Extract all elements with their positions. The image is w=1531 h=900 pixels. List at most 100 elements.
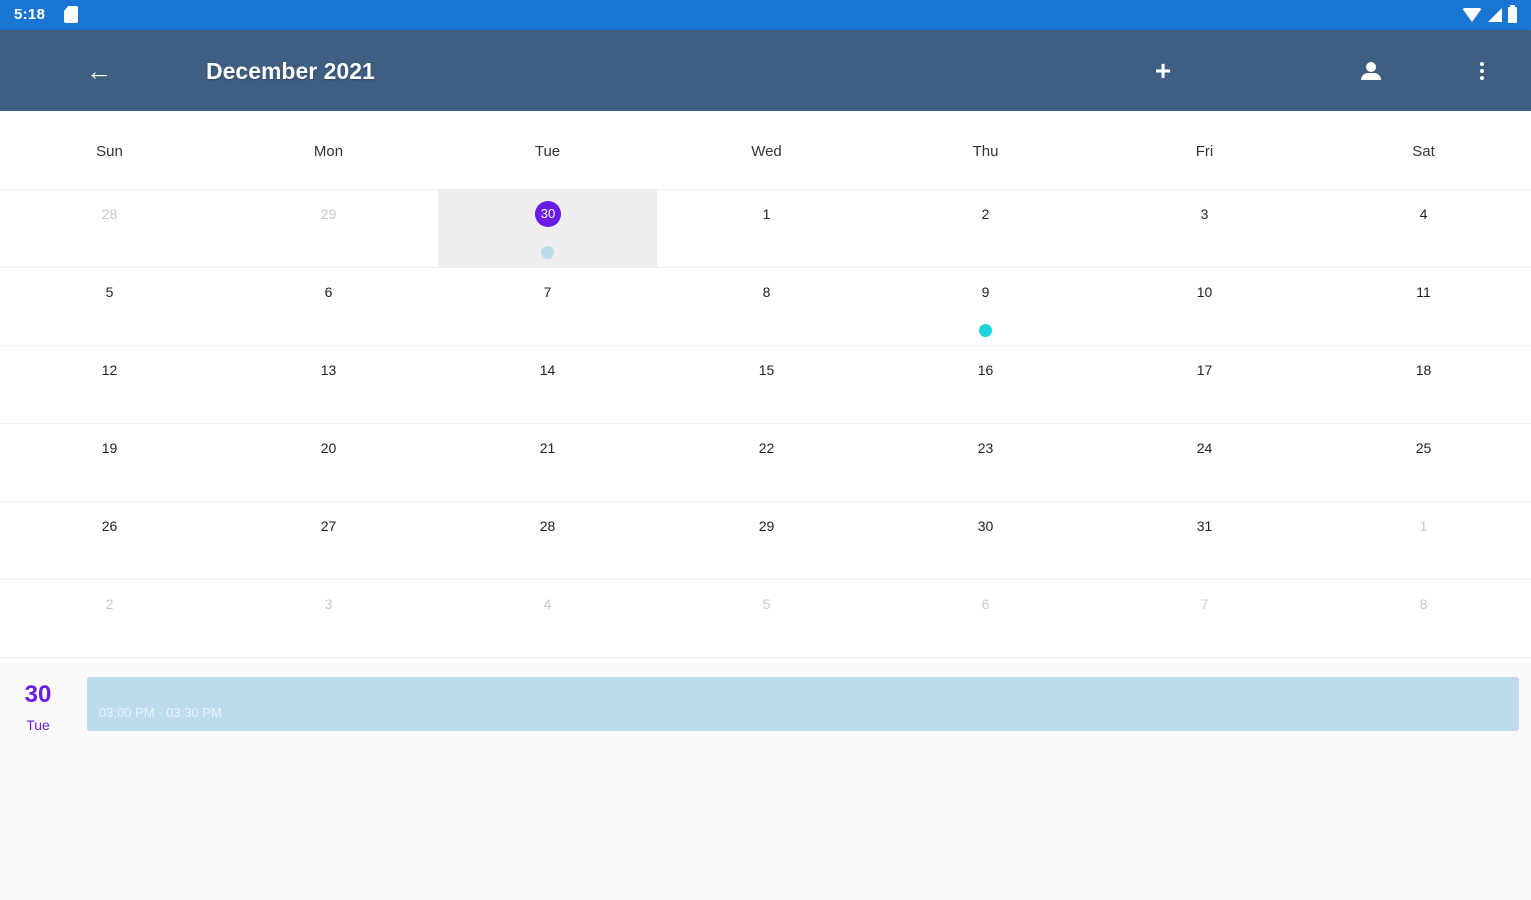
day-cell[interactable]: 29 bbox=[219, 190, 438, 268]
status-icons bbox=[1462, 5, 1517, 25]
agenda-date-weekday: Tue bbox=[26, 717, 50, 733]
day-number: 13 bbox=[320, 362, 337, 378]
day-number: 9 bbox=[981, 284, 990, 300]
account-button[interactable] bbox=[1354, 54, 1388, 88]
day-number: 29 bbox=[320, 206, 337, 222]
day-cell[interactable]: 17 bbox=[1095, 346, 1314, 424]
weekday-label: Fri bbox=[1195, 143, 1214, 160]
day-cell[interactable]: 14 bbox=[438, 346, 657, 424]
day-cell[interactable]: 27 bbox=[219, 502, 438, 580]
day-cell[interactable]: 8 bbox=[1314, 580, 1531, 658]
day-cell[interactable]: 8 bbox=[657, 268, 876, 346]
day-number: 3 bbox=[324, 596, 333, 612]
weekday-header: Sun Mon Tue Wed Thu Fri Sat bbox=[0, 111, 1531, 190]
day-cell[interactable]: 18 bbox=[1314, 346, 1531, 424]
day-cell[interactable]: 4 bbox=[438, 580, 657, 658]
day-cell[interactable]: 5 bbox=[0, 268, 219, 346]
day-cell[interactable]: 7 bbox=[1095, 580, 1314, 658]
day-number: 19 bbox=[101, 440, 118, 456]
day-number: 6 bbox=[324, 284, 333, 300]
day-cell[interactable]: 23 bbox=[876, 424, 1095, 502]
day-cell[interactable]: 15 bbox=[657, 346, 876, 424]
day-cell-selected[interactable]: 30 bbox=[438, 190, 657, 268]
day-cell[interactable]: 26 bbox=[0, 502, 219, 580]
event-indicator-dot bbox=[979, 324, 992, 337]
day-cell[interactable]: 3 bbox=[219, 580, 438, 658]
day-cell[interactable]: 12 bbox=[0, 346, 219, 424]
day-cell[interactable]: 11 bbox=[1314, 268, 1531, 346]
day-cell[interactable]: 28 bbox=[0, 190, 219, 268]
day-cell[interactable]: 1 bbox=[1314, 502, 1531, 580]
person-icon bbox=[1361, 62, 1381, 80]
day-cell[interactable]: 6 bbox=[876, 580, 1095, 658]
day-cell[interactable]: 6 bbox=[219, 268, 438, 346]
month-title: December 2021 bbox=[206, 58, 375, 84]
event-indicator-dot bbox=[541, 246, 554, 259]
day-number: 25 bbox=[1415, 440, 1432, 456]
day-cell[interactable]: 9 bbox=[876, 268, 1095, 346]
week-row: 26 27 28 29 30 31 1 bbox=[0, 502, 1531, 580]
day-cell[interactable]: 19 bbox=[0, 424, 219, 502]
day-number: 27 bbox=[320, 518, 337, 534]
day-cell[interactable]: 29 bbox=[657, 502, 876, 580]
day-cell[interactable]: 1 bbox=[657, 190, 876, 268]
day-number: 4 bbox=[1419, 206, 1428, 222]
day-number: 30 bbox=[535, 201, 561, 227]
day-number: 30 bbox=[977, 518, 994, 534]
add-event-button[interactable]: + bbox=[1146, 54, 1180, 88]
week-row: 12 13 14 15 16 17 18 bbox=[0, 346, 1531, 424]
day-cell[interactable]: 5 bbox=[657, 580, 876, 658]
day-number: 1 bbox=[762, 206, 771, 222]
arrow-left-icon: ← bbox=[86, 55, 112, 86]
day-cell[interactable]: 16 bbox=[876, 346, 1095, 424]
agenda-date-number: 30 bbox=[24, 681, 52, 708]
day-number: 3 bbox=[1200, 206, 1209, 222]
day-number: 7 bbox=[1200, 596, 1209, 612]
back-button[interactable]: ← bbox=[82, 54, 116, 88]
day-cell[interactable]: 20 bbox=[219, 424, 438, 502]
day-number: 31 bbox=[1196, 518, 1213, 534]
day-cell[interactable]: 30 bbox=[876, 502, 1095, 580]
day-number: 20 bbox=[320, 440, 337, 456]
day-number: 28 bbox=[539, 518, 556, 534]
more-options-button[interactable] bbox=[1465, 54, 1499, 88]
day-number: 29 bbox=[758, 518, 775, 534]
day-number: 6 bbox=[981, 596, 990, 612]
signal-icon bbox=[1488, 8, 1502, 22]
weekday-label: Tue bbox=[534, 143, 561, 160]
day-cell[interactable]: 21 bbox=[438, 424, 657, 502]
day-cell[interactable]: 13 bbox=[219, 346, 438, 424]
day-cell[interactable]: 31 bbox=[1095, 502, 1314, 580]
day-cell[interactable]: 2 bbox=[0, 580, 219, 658]
day-number: 23 bbox=[977, 440, 994, 456]
battery-icon bbox=[1508, 5, 1517, 23]
day-number: 15 bbox=[758, 362, 775, 378]
day-cell[interactable]: 3 bbox=[1095, 190, 1314, 268]
day-number: 26 bbox=[101, 518, 118, 534]
week-row: 19 20 21 22 23 24 25 bbox=[0, 424, 1531, 502]
day-cell[interactable]: 4 bbox=[1314, 190, 1531, 268]
day-number: 8 bbox=[1419, 596, 1428, 612]
weekday-label: Mon bbox=[313, 143, 344, 160]
day-number: 14 bbox=[539, 362, 556, 378]
more-vert-icon bbox=[1480, 62, 1484, 80]
day-cell[interactable]: 22 bbox=[657, 424, 876, 502]
day-number: 17 bbox=[1196, 362, 1213, 378]
app-bar: ← December 2021 + bbox=[0, 30, 1531, 111]
day-number: 18 bbox=[1415, 362, 1432, 378]
day-cell[interactable]: 25 bbox=[1314, 424, 1531, 502]
day-cell[interactable]: 28 bbox=[438, 502, 657, 580]
week-row: 5 6 7 8 9 10 11 bbox=[0, 268, 1531, 346]
day-cell[interactable]: 2 bbox=[876, 190, 1095, 268]
day-number: 22 bbox=[758, 440, 775, 456]
day-number: 21 bbox=[539, 440, 556, 456]
weekday-label: Sat bbox=[1412, 143, 1435, 160]
day-cell[interactable]: 10 bbox=[1095, 268, 1314, 346]
weekday-label: Wed bbox=[751, 143, 782, 160]
day-cell[interactable]: 24 bbox=[1095, 424, 1314, 502]
event-card[interactable]: 03:00 PM - 03:30 PM bbox=[87, 677, 1519, 731]
day-number: 7 bbox=[543, 284, 552, 300]
month-calendar: Sun Mon Tue Wed Thu Fri Sat 28 29 30 1 2 3 4 5 6 7 8 9 10 1… bbox=[0, 111, 1531, 663]
day-cell[interactable]: 7 bbox=[438, 268, 657, 346]
week-row: 2 3 4 5 6 7 8 bbox=[0, 580, 1531, 658]
